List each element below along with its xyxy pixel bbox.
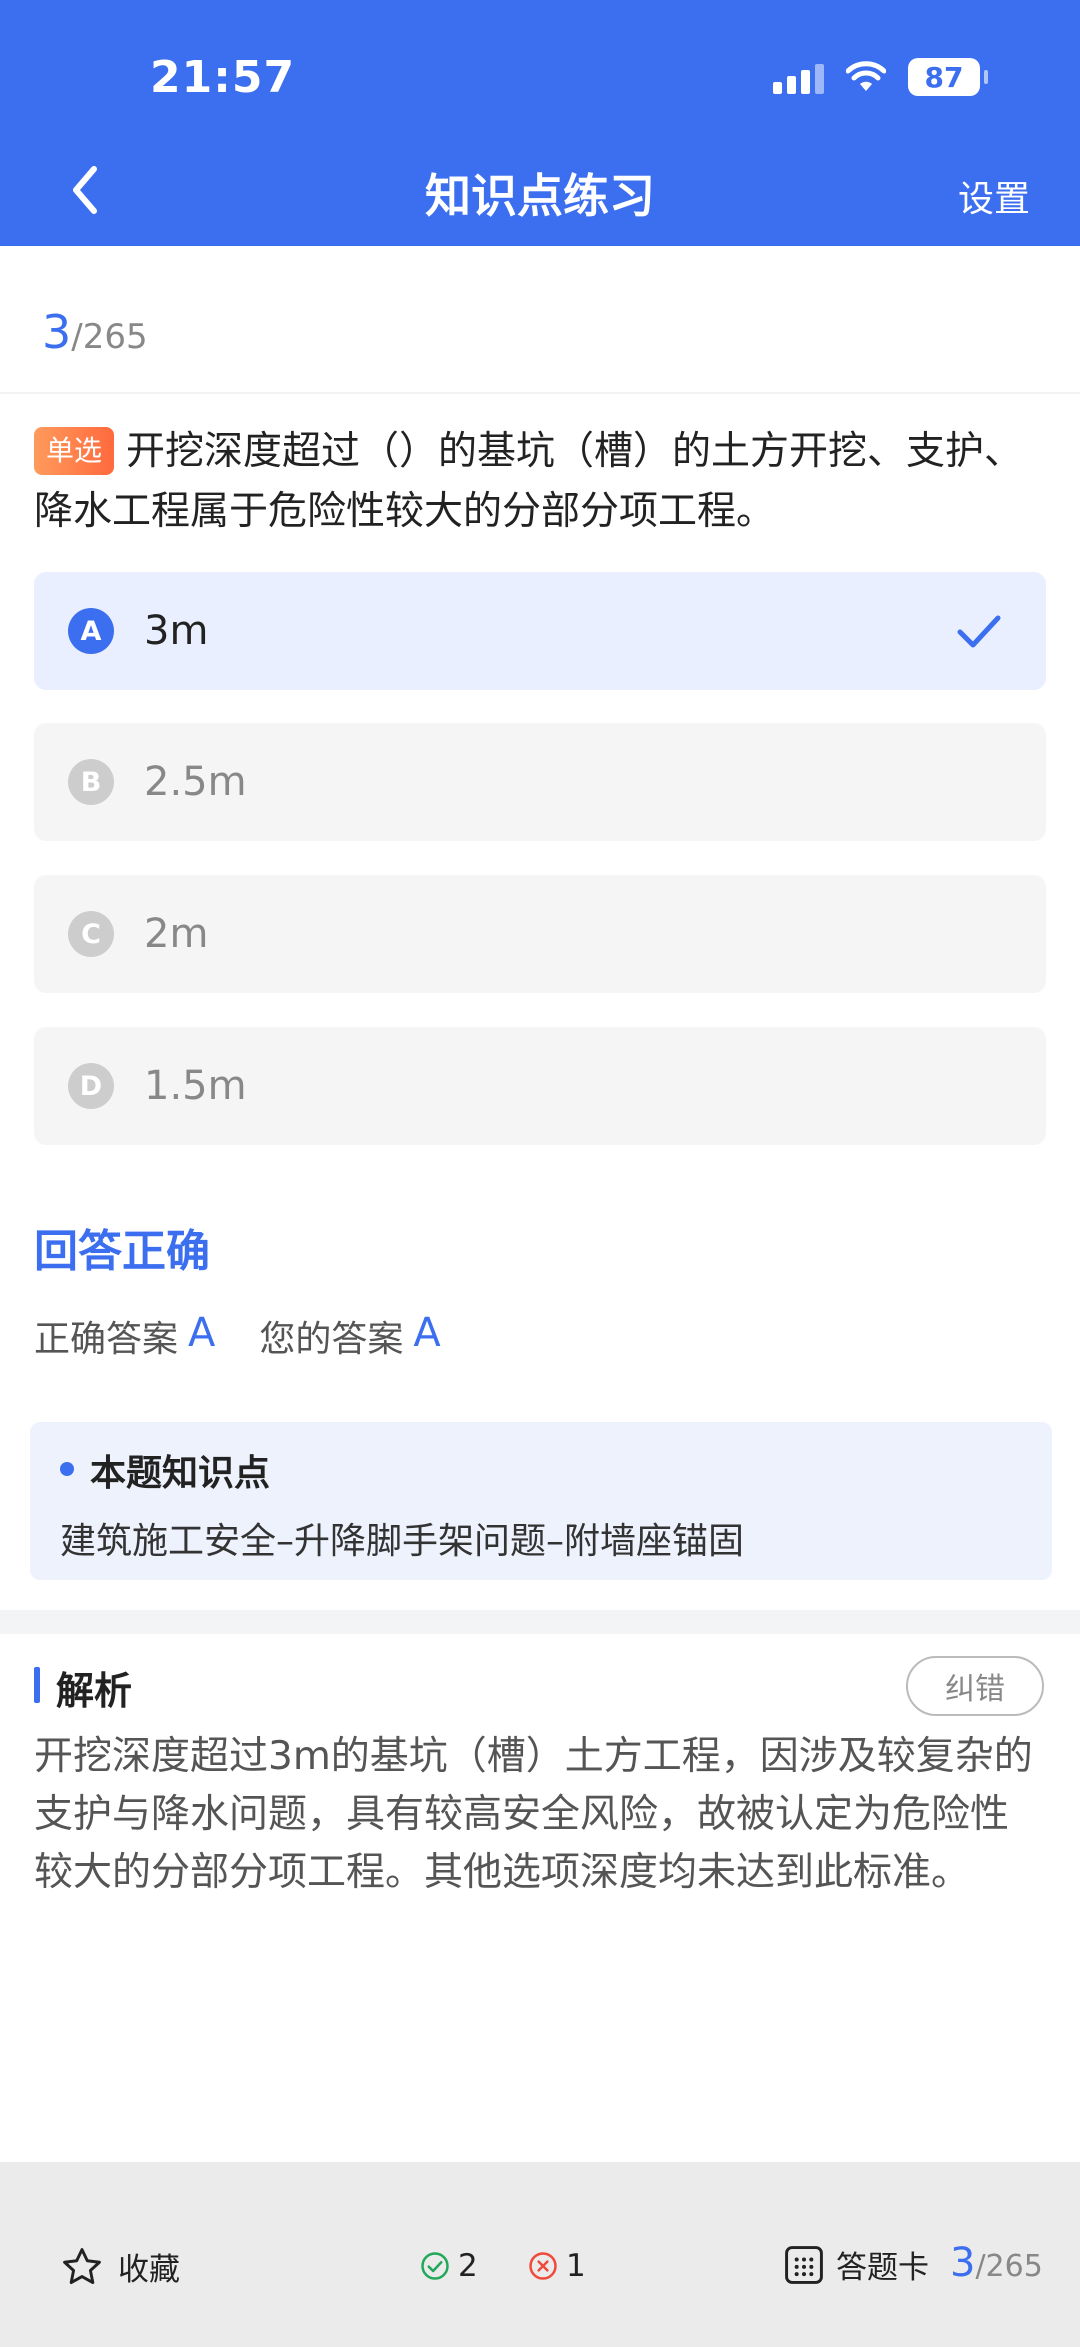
battery-icon: 87: [908, 58, 988, 96]
bottom-progress-total: /265: [975, 2249, 1043, 2284]
your-answer-label: 您的答案: [259, 1319, 404, 1360]
option-text: 3m: [144, 608, 209, 654]
favorite-label: 收藏: [118, 2252, 180, 2288]
option-text: 2.5m: [144, 759, 247, 805]
bottom-progress: 3/265: [950, 2240, 1043, 2286]
option-letter: C: [68, 911, 114, 957]
option-c[interactable]: C 2m: [34, 875, 1046, 993]
wrong-count-value: 1: [566, 2248, 586, 2284]
knowledge-point-card: 本题知识点 建筑施工安全–升降脚手架问题–附墙座锚固: [30, 1422, 1052, 1580]
option-b[interactable]: B 2.5m: [34, 723, 1046, 841]
bullet-dot: [60, 1462, 74, 1476]
option-letter: D: [68, 1063, 114, 1109]
check-circle-icon: [421, 2252, 449, 2280]
correct-answer-label: 正确答案: [34, 1319, 179, 1360]
bottom-progress-current: 3: [950, 2240, 976, 2286]
question-progress: 3/265: [42, 305, 148, 359]
app-header: 21:57 87 知识点练习 设置: [0, 0, 1080, 246]
question-stem: 单选 开挖深度超过（）的基坑（槽）的土方开挖、支护、降水工程属于危险性较大的分部分…: [34, 422, 1044, 542]
result-title: 回答正确: [34, 1226, 210, 1277]
back-button[interactable]: [60, 160, 110, 220]
wrong-count: 1: [528, 2248, 586, 2284]
analysis-text: 开挖深度超过3m的基坑（槽）土方工程，因涉及较复杂的支护与降水问题，具有较高安全…: [34, 1734, 1033, 1895]
x-circle-icon: [529, 2252, 557, 2280]
page-title: 知识点练习: [425, 169, 655, 223]
option-letter: B: [68, 759, 114, 805]
knowledge-point-content: 建筑施工安全–升降脚手架问题–附墙座锚固: [60, 1521, 745, 1562]
status-time: 21:57: [150, 52, 296, 103]
settings-button[interactable]: 设置: [958, 170, 1030, 222]
answer-summary: 正确答案 A 您的答案 A: [34, 1310, 475, 1362]
question-type-badge: 单选: [34, 427, 115, 475]
progress-total: /265: [71, 317, 148, 357]
star-icon: [63, 2247, 101, 2284]
question-text: 开挖深度超过（）的基坑（槽）的土方开挖、支护、降水工程属于危险性较大的分部分项工…: [34, 429, 1024, 534]
correct-answer-value: A: [188, 1310, 216, 1356]
knowledge-point-title: 本题知识点: [90, 1453, 271, 1494]
your-answer-value: A: [413, 1310, 441, 1356]
signal-icon: [773, 60, 824, 94]
correct-count-value: 2: [458, 2248, 478, 2284]
wifi-icon: [846, 61, 886, 91]
progress-current: 3: [42, 305, 72, 359]
grid-icon: [785, 2245, 823, 2284]
correct-count: 2: [420, 2248, 478, 2284]
option-text: 2m: [144, 911, 209, 957]
option-d[interactable]: D 1.5m: [34, 1027, 1046, 1145]
section-accent-bar: [34, 1667, 40, 1703]
favorite-button[interactable]: 收藏: [60, 2244, 180, 2289]
analysis-title: 解析: [56, 1669, 133, 1713]
status-icons: 87: [773, 58, 988, 96]
check-icon: [957, 615, 1001, 648]
report-error-button[interactable]: 纠错: [906, 1656, 1044, 1716]
answer-card-button[interactable]: 答题卡: [782, 2242, 929, 2287]
divider: [0, 392, 1080, 394]
option-letter: A: [68, 608, 114, 654]
back-arrow-icon: [73, 166, 97, 214]
bottom-toolbar: 收藏 2 1 答题卡 3/265: [0, 2162, 1080, 2347]
option-a[interactable]: A 3m: [34, 572, 1046, 690]
section-separator: [0, 1610, 1080, 1634]
answer-card-label: 答题卡: [836, 2250, 929, 2286]
option-text: 1.5m: [144, 1063, 247, 1109]
